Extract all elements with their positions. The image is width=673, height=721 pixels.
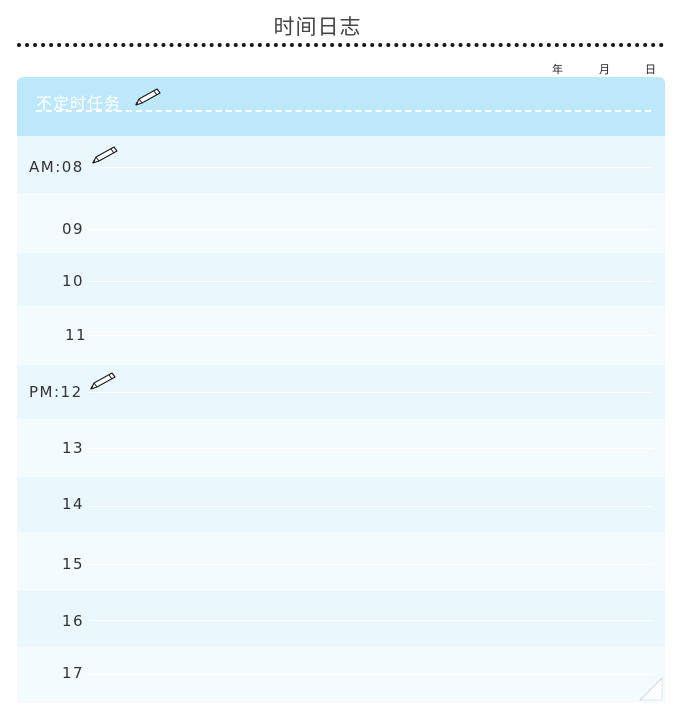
page-title: 时间日志: [273, 15, 362, 39]
hour-label: PM:12: [29, 383, 83, 401]
writing-line: [89, 674, 653, 675]
date-month-label: 月: [599, 63, 610, 76]
unscheduled-tasks-section[interactable]: 不定时任务: [17, 77, 665, 136]
writing-line: [89, 229, 653, 230]
writing-line: [89, 564, 653, 565]
pencil-icon: [90, 372, 116, 390]
hour-label: 10: [62, 272, 85, 290]
hour-row-16[interactable]: 16: [17, 591, 665, 646]
writing-line: [89, 392, 653, 393]
unscheduled-tasks-writing-line: [36, 110, 651, 112]
hour-label: 13: [62, 439, 85, 457]
pencil-icon: [135, 88, 161, 106]
page-corner-fold-icon: [638, 676, 663, 701]
hour-label: 17: [62, 664, 85, 682]
writing-line: [89, 620, 653, 621]
hour-row-17[interactable]: 17: [17, 646, 665, 703]
writing-line: [89, 448, 653, 449]
writing-line: [89, 281, 653, 282]
hour-label: 11: [65, 326, 88, 344]
writing-line: [89, 506, 653, 507]
hour-row-09[interactable]: 09: [17, 193, 665, 253]
hour-label: 15: [62, 555, 85, 573]
writing-line: [89, 335, 653, 336]
time-log-sheet: 不定时任务 AM:08 09 10 11 PM:12 13 14 15 16 1…: [17, 77, 665, 703]
hour-row-11[interactable]: 11: [17, 306, 665, 365]
hour-label: AM:08: [29, 158, 84, 176]
hour-label: 09: [62, 220, 85, 238]
hour-row-10[interactable]: 10: [17, 253, 665, 306]
hour-row-14[interactable]: 14: [17, 477, 665, 532]
hour-row-13[interactable]: 13: [17, 419, 665, 477]
hour-row-08[interactable]: AM:08: [17, 136, 665, 193]
hour-row-12[interactable]: PM:12: [17, 365, 665, 419]
pencil-icon: [92, 146, 118, 164]
hour-row-15[interactable]: 15: [17, 532, 665, 591]
date-day-label: 日: [645, 63, 656, 76]
title-divider: [17, 43, 664, 47]
hour-label: 14: [62, 495, 85, 513]
hour-label: 16: [62, 612, 85, 630]
date-year-label: 年: [552, 63, 563, 76]
writing-line: [89, 167, 653, 168]
